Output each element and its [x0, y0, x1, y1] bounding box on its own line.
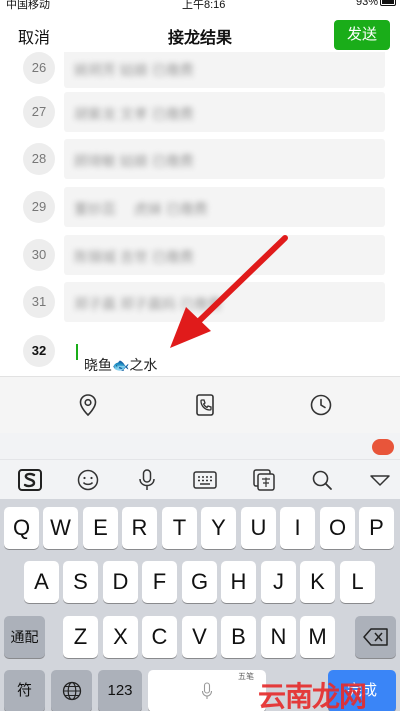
relay-list: 26 姚玥芳 姑娘 已缴费 27 胡紫龙 文孝 已缴费 28 顾琦敏 姑娘 已缴… — [0, 52, 400, 374]
list-item[interactable]: 29 董妙蕊 虎妹 已缴费 — [0, 187, 400, 227]
keyboard: Q W E R T Y U I O P A S D F G H J K L 通配… — [0, 499, 400, 711]
entry-input[interactable]: 晓鱼🐟之水 — [64, 331, 385, 373]
nav-bar: 取消 接龙结果 发送 — [0, 12, 400, 56]
clock-icon[interactable] — [309, 393, 333, 417]
entry-text-field[interactable]: 姚玥芳 姑娘 已缴费 — [64, 52, 385, 88]
backspace-icon — [362, 628, 388, 646]
entry-number: 30 — [23, 239, 55, 271]
clock-label: 上午8:16 — [182, 0, 226, 11]
sogou-logo-icon[interactable] — [17, 468, 43, 492]
key-w[interactable]: W — [43, 507, 78, 549]
key-d[interactable]: D — [103, 561, 138, 603]
carrier-label: 中国移动 — [6, 0, 50, 11]
collapse-icon[interactable] — [367, 468, 393, 492]
status-bar: 中国移动 上午8:16 93% — [0, 0, 400, 11]
list-item[interactable]: 26 姚玥芳 姑娘 已缴费 — [0, 52, 400, 88]
cancel-button[interactable]: 取消 — [18, 24, 50, 48]
key-q[interactable]: Q — [4, 507, 39, 549]
key-p[interactable]: P — [359, 507, 394, 549]
entry-text: 陈锦城 吉世 已缴费 — [74, 249, 194, 265]
ime-toolbar — [0, 459, 400, 499]
emoji-icon[interactable] — [75, 468, 101, 492]
key-o[interactable]: O — [320, 507, 355, 549]
entry-text-field[interactable]: 陈锦城 吉世 已缴费 — [64, 235, 385, 275]
entry-text: 顾琦敏 姑娘 已缴费 — [74, 153, 194, 169]
key-z[interactable]: Z — [63, 616, 98, 658]
search-icon[interactable] — [309, 468, 335, 492]
translate-icon[interactable] — [251, 468, 277, 492]
globe-icon — [62, 681, 81, 701]
key-v[interactable]: V — [182, 616, 217, 658]
entry-text: 晓鱼🐟之水 — [84, 357, 158, 373]
microphone-icon[interactable] — [134, 468, 160, 492]
symbol-key[interactable]: 符 — [4, 670, 45, 711]
phone-icon[interactable] — [193, 393, 217, 417]
entry-text-field[interactable]: 董妙蕊 虎妹 已缴费 — [64, 187, 385, 227]
text-caret — [76, 344, 78, 361]
key-u[interactable]: U — [241, 507, 276, 549]
space-key[interactable]: 五笔 — [148, 670, 266, 711]
list-item[interactable]: 28 顾琦敏 姑娘 已缴费 — [0, 139, 400, 179]
entry-number: 31 — [23, 286, 55, 318]
key-c[interactable]: C — [142, 616, 177, 658]
key-x[interactable]: X — [103, 616, 138, 658]
entry-text-field[interactable]: 顾琦敏 姑娘 已缴费 — [64, 139, 385, 179]
list-item-active[interactable]: 32 晓鱼🐟之水 — [0, 331, 400, 373]
wildcard-key[interactable]: 通配 — [4, 616, 45, 658]
entry-text-field[interactable]: 胡紫龙 文孝 已缴费 — [64, 92, 385, 132]
key-m[interactable]: M — [300, 616, 335, 658]
keyboard-icon[interactable] — [192, 468, 218, 492]
ime-candidate-strip — [0, 433, 400, 459]
key-t[interactable]: T — [162, 507, 197, 549]
space-mic-icon — [201, 682, 213, 699]
entry-number: 29 — [23, 191, 55, 223]
entry-number: 26 — [23, 52, 55, 84]
entry-text: 董妙蕊 虎妹 已缴费 — [74, 201, 208, 217]
key-i[interactable]: I — [280, 507, 315, 549]
globe-key[interactable] — [51, 670, 92, 711]
entry-text: 姚玥芳 姑娘 已缴费 — [74, 62, 194, 78]
list-item[interactable]: 31 郑子晨 郑子晨妈 已缴费 — [0, 282, 400, 322]
key-k[interactable]: K — [300, 561, 335, 603]
numbers-key[interactable]: 123 — [98, 670, 142, 711]
list-item[interactable]: 27 胡紫龙 文孝 已缴费 — [0, 92, 400, 132]
key-g[interactable]: G — [182, 561, 217, 603]
done-key[interactable]: 完成 — [328, 670, 396, 711]
list-item[interactable]: 30 陈锦城 吉世 已缴费 — [0, 235, 400, 275]
key-l[interactable]: L — [340, 561, 375, 603]
key-s[interactable]: S — [63, 561, 98, 603]
key-n[interactable]: N — [261, 616, 296, 658]
key-y[interactable]: Y — [201, 507, 236, 549]
ime-mascot-icon[interactable] — [372, 439, 394, 455]
key-e[interactable]: E — [83, 507, 118, 549]
key-r[interactable]: R — [122, 507, 157, 549]
battery-icon — [380, 0, 396, 6]
key-a[interactable]: A — [24, 561, 59, 603]
entry-number: 32 — [23, 335, 55, 367]
entry-text: 郑子晨 郑子晨妈 已缴费 — [74, 296, 222, 312]
send-button[interactable]: 发送 — [334, 20, 390, 50]
entry-text: 胡紫龙 文孝 已缴费 — [74, 106, 194, 122]
key-h[interactable]: H — [221, 561, 256, 603]
battery-label: 93% — [355, 0, 378, 8]
key-b[interactable]: B — [221, 616, 256, 658]
entry-toolbar — [0, 376, 400, 433]
key-j[interactable]: J — [261, 561, 296, 603]
entry-number: 28 — [23, 143, 55, 175]
entry-number: 27 — [23, 96, 55, 128]
entry-text-field[interactable]: 郑子晨 郑子晨妈 已缴费 — [64, 282, 385, 322]
location-icon[interactable] — [76, 393, 100, 417]
space-hint: 五笔 — [238, 672, 254, 681]
backspace-key[interactable] — [355, 616, 396, 658]
key-f[interactable]: F — [142, 561, 177, 603]
